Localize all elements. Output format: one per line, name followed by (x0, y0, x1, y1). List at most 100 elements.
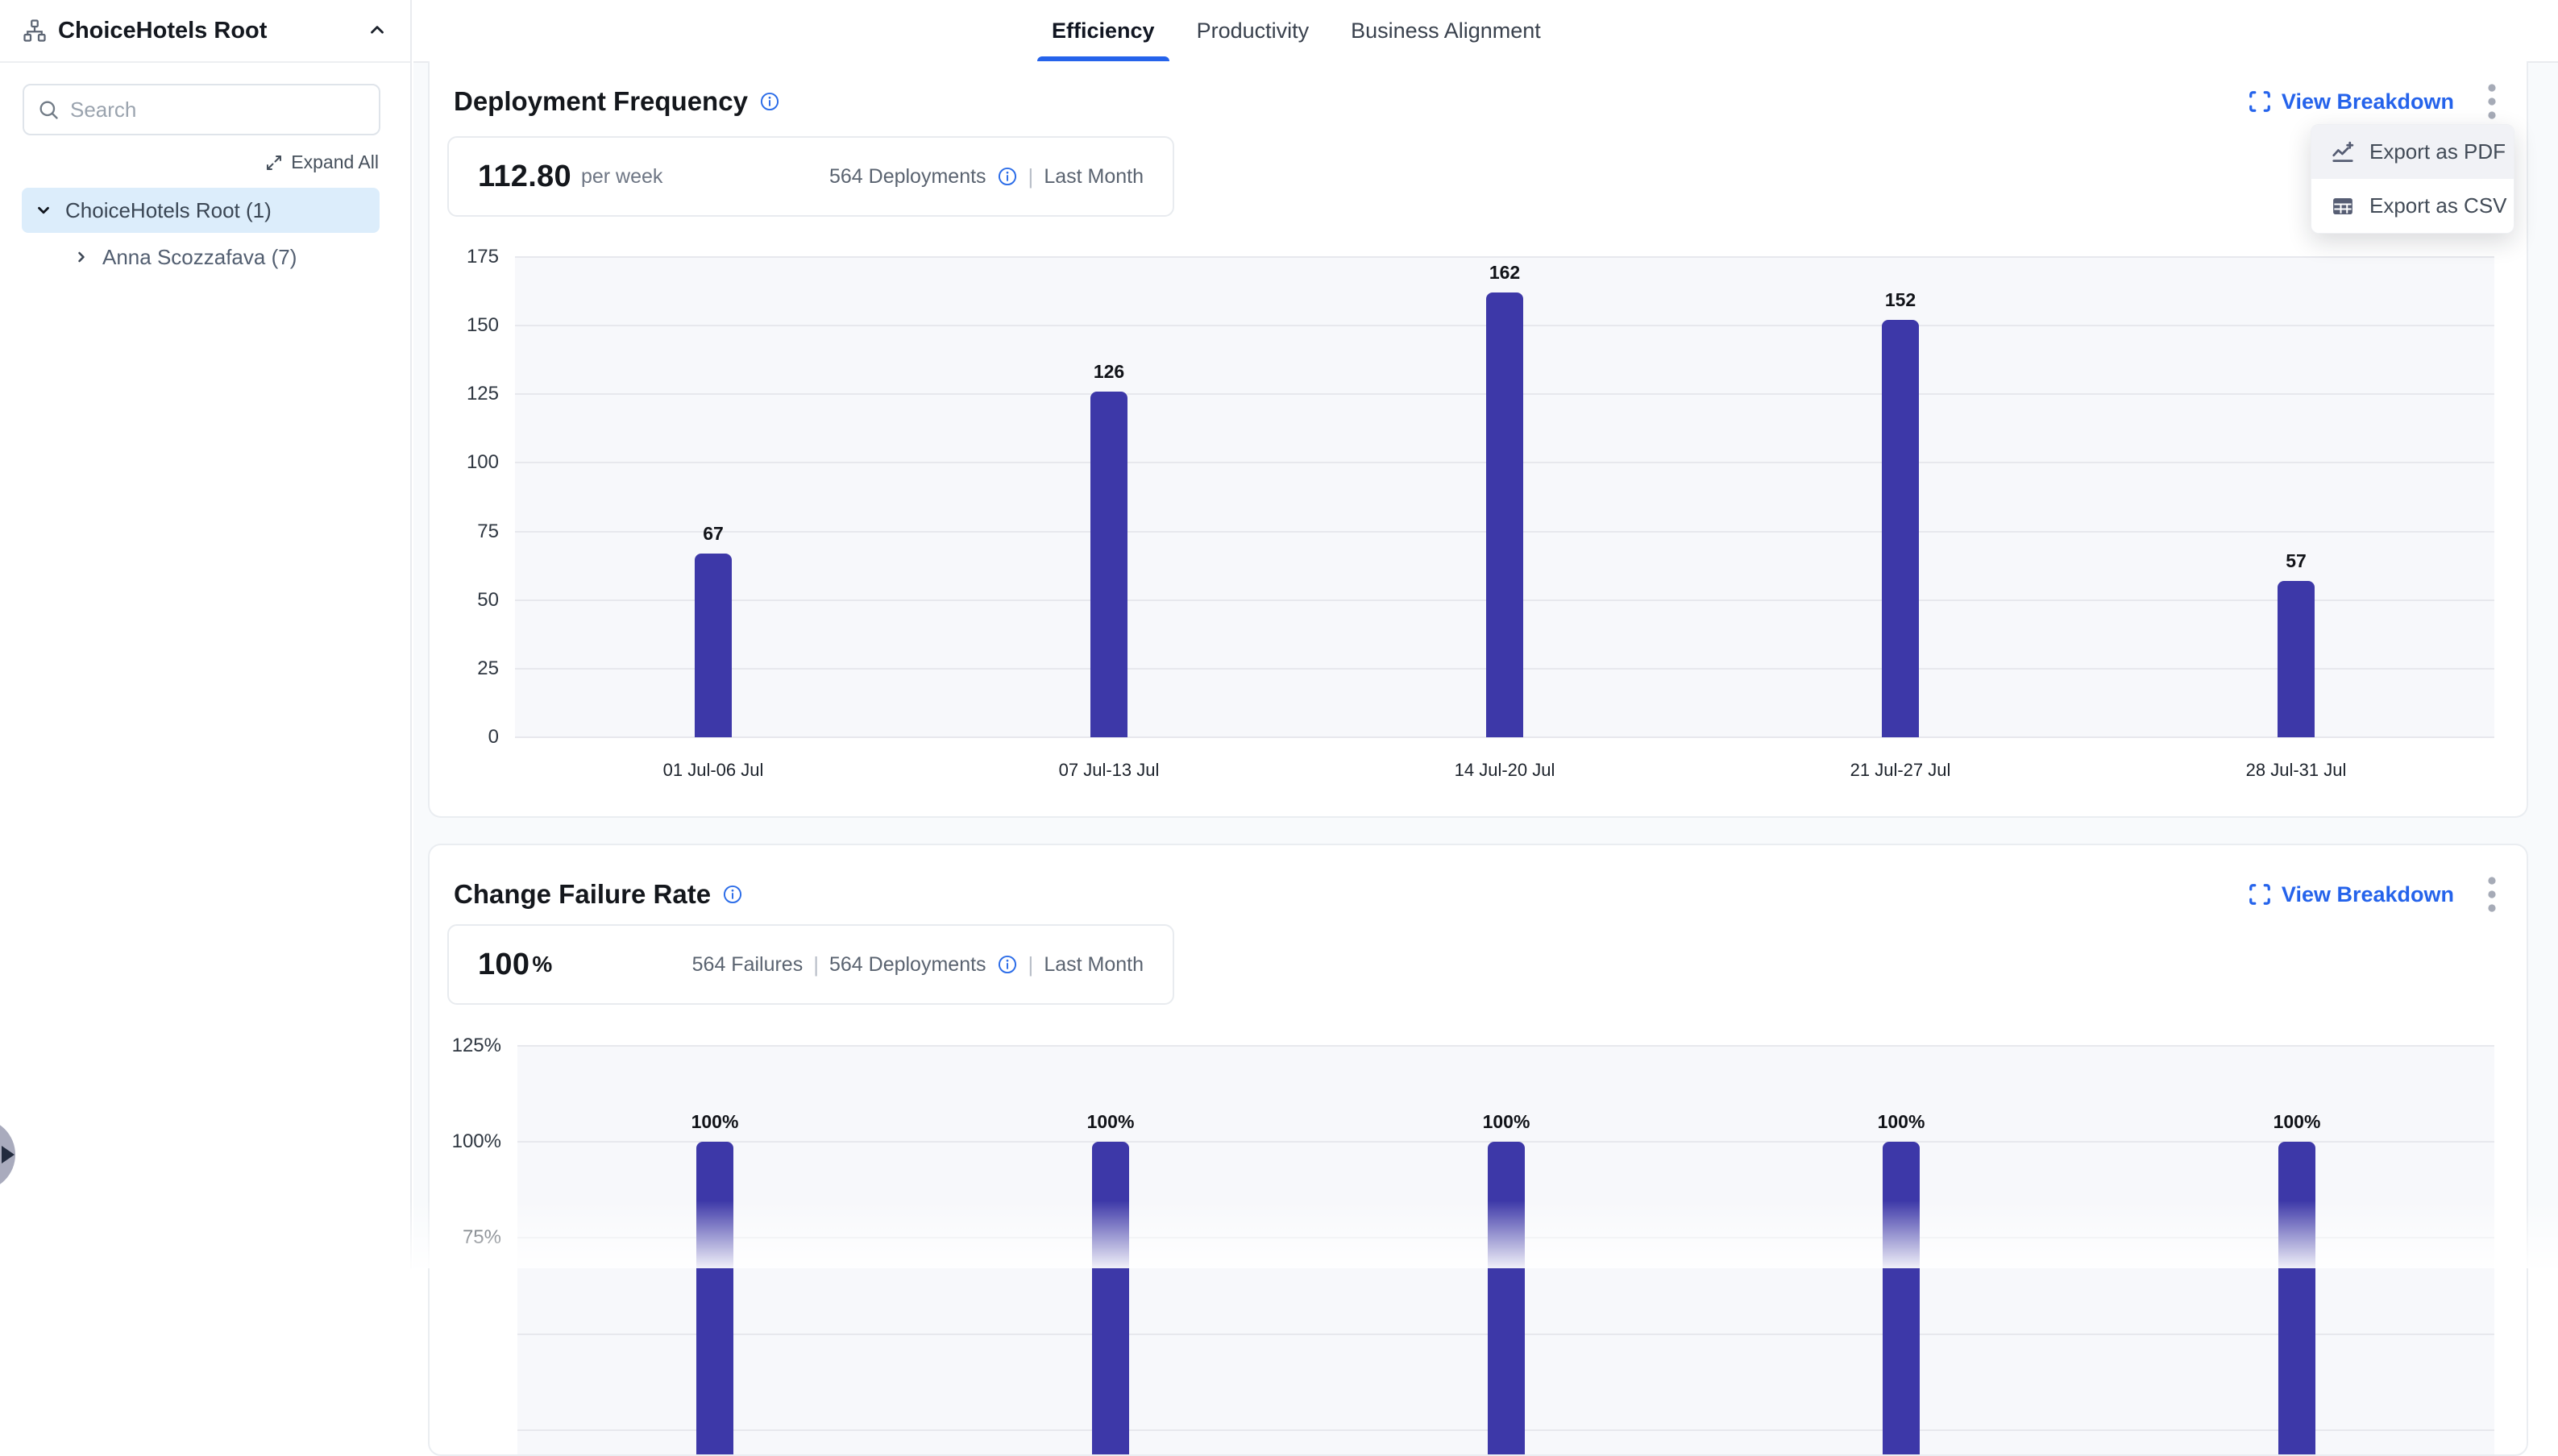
x-axis-category-label: 01 Jul-06 Jul (584, 760, 842, 781)
search-input[interactable] (70, 97, 366, 122)
metric-value: 100 (478, 948, 529, 982)
sidebar-title: ChoiceHotels Root (58, 18, 267, 44)
info-icon[interactable] (759, 91, 780, 112)
chart-bar[interactable] (1090, 392, 1127, 737)
chart-bar[interactable] (1882, 320, 1919, 737)
y-axis-tick-label: 100 (426, 450, 499, 475)
deployments-count: 564 Deployments (829, 953, 986, 977)
tab-label: Business Alignment (1351, 19, 1541, 44)
view-breakdown-button[interactable]: View Breakdown (2248, 882, 2454, 907)
divider: | (1028, 952, 1034, 977)
menu-item-export-pdf[interactable]: Export as PDF (2311, 125, 2514, 179)
search-icon (37, 98, 60, 121)
tree-item-choicehotels-root[interactable]: ChoiceHotels Root (1) (22, 188, 380, 233)
tab-label: Efficiency (1052, 19, 1155, 44)
tab-productivity[interactable]: Productivity (1194, 0, 1313, 61)
card-header: Deployment Frequency View Breakdown (454, 82, 2502, 121)
bar-value-label: 100% (658, 1111, 771, 1133)
metric-meta: 564 Deployments | Last Month (829, 164, 1144, 189)
y-axis-tick-label: 0 (426, 725, 499, 749)
period-label: Last Month (1044, 165, 1144, 189)
chart-bar[interactable] (1092, 1142, 1129, 1456)
chart-bar[interactable] (1488, 1142, 1525, 1456)
x-axis-category-label: 14 Jul-20 Jul (1376, 760, 1634, 781)
chevron-up-icon (367, 20, 388, 41)
bar-value-label: 100% (1450, 1111, 1563, 1133)
triangle-right-icon (2, 1146, 15, 1164)
card-title: Deployment Frequency (454, 86, 748, 117)
chevron-right-icon (73, 249, 89, 265)
info-icon[interactable] (997, 954, 1018, 975)
tree-item-label: ChoiceHotels Root (1) (65, 198, 272, 223)
view-breakdown-label: View Breakdown (2282, 882, 2454, 907)
menu-item-export-csv[interactable]: Export as CSV (2311, 179, 2514, 233)
x-axis-category-label: 07 Jul-13 Jul (980, 760, 1238, 781)
expand-all-label: Expand All (291, 151, 379, 173)
scan-expand-icon (2248, 89, 2272, 114)
y-axis-tick-label: 125 (426, 382, 499, 406)
change-failure-rate-card: Change Failure Rate View Breakdown (428, 844, 2528, 1456)
card-header: Change Failure Rate View Breakdown (454, 875, 2502, 914)
chart-bar[interactable] (2278, 581, 2315, 737)
bar-value-label: 100% (1054, 1111, 1167, 1133)
org-tree: ChoiceHotels Root (1) Anna Scozzafava (7… (22, 188, 380, 281)
view-breakdown-label: View Breakdown (2282, 89, 2454, 114)
tree-item-label: Anna Scozzafava (7) (102, 245, 297, 270)
divider: | (1028, 164, 1034, 189)
tab-efficiency[interactable]: Efficiency (1049, 0, 1158, 61)
bar-value-label: 100% (2240, 1111, 2353, 1133)
menu-item-label: Export as PDF (2369, 139, 2506, 164)
metric-unit: % (532, 952, 552, 977)
y-axis-tick-label: 75% (429, 1226, 501, 1250)
expand-all-button[interactable]: Expand All (264, 151, 379, 173)
tree-item-anna-scozzafava[interactable]: Anna Scozzafava (7) (22, 233, 380, 281)
kebab-menu-button[interactable] (2481, 871, 2502, 918)
bar-value-label: 57 (2240, 550, 2352, 572)
y-axis-tick-label: 175 (426, 245, 499, 269)
sidebar-header: ChoiceHotels Root (0, 0, 410, 63)
bar-value-label: 162 (1448, 262, 1561, 284)
bar-value-label: 67 (657, 523, 770, 545)
chart-bar[interactable] (695, 554, 732, 737)
kebab-menu-icon (2486, 874, 2498, 915)
chart-bar[interactable] (696, 1142, 733, 1456)
period-label: Last Month (1044, 953, 1144, 977)
deployment-frequency-card: Deployment Frequency View Breakdown (428, 61, 2528, 818)
card-actions: View Breakdown (2248, 871, 2502, 918)
bar-value-label: 126 (1053, 361, 1165, 383)
export-dropdown-menu: Export as PDF Export as CSV (2311, 124, 2514, 234)
sidebar-search (23, 84, 380, 135)
bar-value-label: 152 (1844, 289, 1957, 311)
main-content: Deployment Frequency View Breakdown (413, 63, 2558, 1268)
chevron-down-icon (35, 201, 52, 219)
tab-business-alignment[interactable]: Business Alignment (1348, 0, 1544, 61)
y-axis-tick-label: 25 (426, 657, 499, 681)
chart-bar[interactable] (2278, 1142, 2315, 1456)
gridline (517, 1045, 2494, 1047)
y-axis-tick-label: 75 (426, 520, 499, 544)
failures-count: 564 Failures (692, 953, 804, 977)
metric-summary-box: 112.80 per week 564 Deployments | Last M… (447, 136, 1174, 217)
metric-meta: 564 Failures | 564 Deployments | Last Mo… (692, 952, 1144, 977)
table-icon (2331, 194, 2355, 218)
card-actions: View Breakdown (2248, 78, 2502, 125)
info-icon[interactable] (997, 166, 1018, 187)
chart-bar[interactable] (1486, 292, 1523, 737)
view-breakdown-button[interactable]: View Breakdown (2248, 89, 2454, 114)
scan-expand-icon (2248, 882, 2272, 906)
tab-label: Productivity (1197, 19, 1310, 44)
chart-line-plus-icon (2331, 140, 2355, 164)
chart-bar[interactable] (1883, 1142, 1920, 1456)
bar-value-label: 100% (1845, 1111, 1958, 1133)
kebab-menu-icon (2486, 81, 2498, 122)
info-icon[interactable] (722, 884, 743, 905)
kebab-menu-button[interactable] (2481, 78, 2502, 125)
deployments-count: 564 Deployments (829, 165, 986, 189)
org-chart-icon (23, 19, 47, 43)
y-axis-tick-label: 150 (426, 313, 499, 338)
expand-all-icon (264, 153, 284, 172)
metric-unit: per week (581, 165, 662, 189)
metric-value: 112.80 (478, 160, 571, 194)
y-axis-tick-label: 50 (426, 588, 499, 612)
sidebar-collapse-button[interactable] (367, 20, 388, 41)
